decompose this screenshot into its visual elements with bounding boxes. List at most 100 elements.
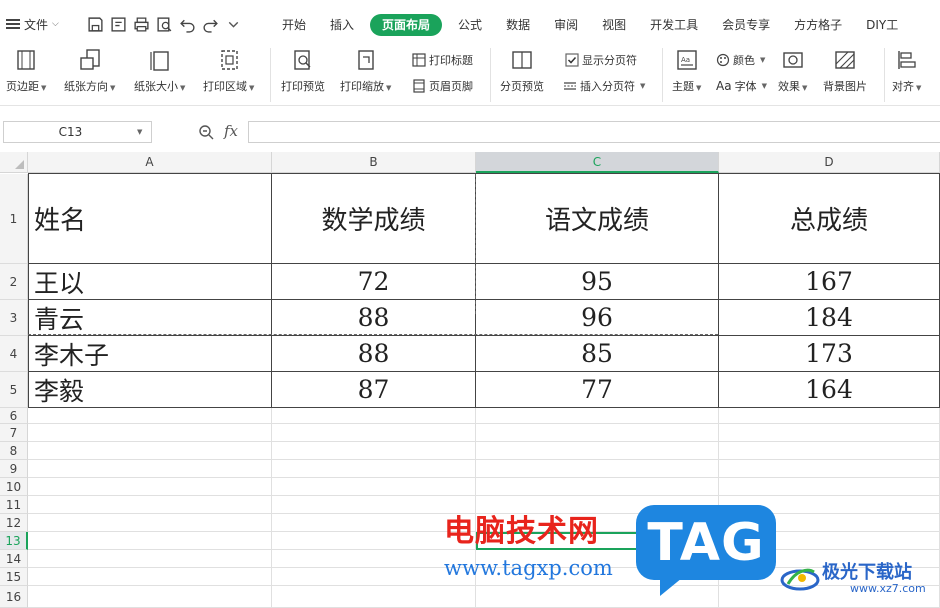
align-button[interactable]: 对齐 ▼	[892, 46, 921, 94]
formula-input[interactable]	[248, 121, 940, 143]
print-preview-icon[interactable]	[155, 15, 174, 34]
cell-d8[interactable]	[719, 442, 940, 460]
cell-c4[interactable]: 85	[476, 336, 719, 372]
colors-button[interactable]: 颜色 ▼	[716, 52, 765, 68]
row-header-3[interactable]: 3	[0, 300, 28, 336]
cell-d7[interactable]	[719, 424, 940, 442]
cell-d3[interactable]: 184	[719, 300, 940, 336]
cell-c10[interactable]	[476, 478, 719, 496]
cell-a1[interactable]: 姓名	[28, 174, 272, 264]
cell-b3[interactable]: 88	[272, 300, 476, 336]
cell-d6[interactable]	[719, 408, 940, 424]
cell-d4[interactable]: 173	[719, 336, 940, 372]
customize-toolbar-icon[interactable]	[224, 15, 243, 34]
tab-page-layout[interactable]: 页面布局	[370, 14, 443, 36]
tab-developer[interactable]: 开发工具	[638, 14, 710, 36]
cell-c8[interactable]	[476, 442, 719, 460]
row-header-2[interactable]: 2	[0, 264, 28, 300]
column-header-c[interactable]: C	[476, 152, 719, 173]
row-header-14[interactable]: 14	[0, 550, 28, 568]
fx-icon[interactable]: fx	[224, 122, 238, 140]
effects-button[interactable]: 效果 ▼	[778, 46, 807, 94]
cell-a3[interactable]: 青云	[28, 300, 272, 336]
row-header-16[interactable]: 16	[0, 586, 28, 608]
cell-a9[interactable]	[28, 460, 272, 478]
print-scale-button[interactable]: 打印缩放 ▼	[340, 46, 391, 94]
cell-d10[interactable]	[719, 478, 940, 496]
theme-button[interactable]: Aa 主题 ▼	[672, 46, 701, 94]
margins-button[interactable]: 页边距 ▼	[6, 46, 46, 94]
paper-size-button[interactable]: 纸张大小 ▼	[134, 46, 185, 94]
tab-view[interactable]: 视图	[590, 14, 638, 36]
select-all-corner[interactable]	[0, 152, 28, 173]
cell-d5[interactable]: 164	[719, 372, 940, 408]
cell-b10[interactable]	[272, 478, 476, 496]
row-header-9[interactable]: 9	[0, 460, 28, 478]
column-header-a[interactable]: A	[28, 152, 272, 173]
page-break-preview-button[interactable]: 分页预览	[500, 46, 544, 94]
row-header-7[interactable]: 7	[0, 424, 28, 442]
cell-b9[interactable]	[272, 460, 476, 478]
cell-c16[interactable]	[476, 586, 719, 608]
cell-b4[interactable]: 88	[272, 336, 476, 372]
cell-a8[interactable]	[28, 442, 272, 460]
cell-c2[interactable]: 95	[476, 264, 719, 300]
save-icon[interactable]	[86, 15, 105, 34]
cell-b5[interactable]: 87	[272, 372, 476, 408]
fonts-button[interactable]: Aa 字体 ▼	[716, 78, 767, 94]
cell-a14[interactable]	[28, 550, 272, 568]
tab-data[interactable]: 数据	[494, 14, 542, 36]
print-icon[interactable]	[132, 15, 151, 34]
row-header-1[interactable]: 1	[0, 174, 28, 264]
cell-c9[interactable]	[476, 460, 719, 478]
cell-a6[interactable]	[28, 408, 272, 424]
undo-icon[interactable]	[178, 15, 197, 34]
background-image-button[interactable]: 背景图片	[823, 46, 867, 94]
file-menu-button[interactable]: 文件 ⌵	[6, 12, 59, 36]
cell-a15[interactable]	[28, 568, 272, 586]
cell-c1[interactable]: 语文成绩	[476, 174, 719, 264]
cell-c3[interactable]: 96	[476, 300, 719, 336]
column-header-b[interactable]: B	[272, 152, 476, 173]
cell-b2[interactable]: 72	[272, 264, 476, 300]
row-header-15[interactable]: 15	[0, 568, 28, 586]
tab-insert[interactable]: 插入	[318, 14, 366, 36]
cell-c7[interactable]	[476, 424, 719, 442]
print-titles-button[interactable]: 打印标题	[412, 52, 473, 68]
cell-c5[interactable]: 77	[476, 372, 719, 408]
cell-d9[interactable]	[719, 460, 940, 478]
name-box[interactable]: C13 ▼	[3, 121, 152, 143]
row-header-12[interactable]: 12	[0, 514, 28, 532]
cell-d2[interactable]: 167	[719, 264, 940, 300]
cell-a7[interactable]	[28, 424, 272, 442]
tab-member[interactable]: 会员专享	[710, 14, 782, 36]
cell-a10[interactable]	[28, 478, 272, 496]
cell-b6[interactable]	[272, 408, 476, 424]
cell-a13[interactable]	[28, 532, 272, 550]
row-header-5[interactable]: 5	[0, 372, 28, 408]
print-area-button[interactable]: 打印区域 ▼	[203, 46, 254, 94]
tab-review[interactable]: 审阅	[542, 14, 590, 36]
tab-diy[interactable]: DIY工	[854, 14, 910, 36]
cell-a12[interactable]	[28, 514, 272, 532]
tab-formulas[interactable]: 公式	[446, 14, 494, 36]
show-page-breaks-checkbox[interactable]: 显示分页符	[565, 52, 637, 68]
cell-b7[interactable]	[272, 424, 476, 442]
header-footer-button[interactable]: 页眉页脚	[412, 78, 473, 94]
row-header-11[interactable]: 11	[0, 496, 28, 514]
tab-home[interactable]: 开始	[270, 14, 318, 36]
cell-a11[interactable]	[28, 496, 272, 514]
export-pdf-icon[interactable]	[109, 15, 128, 34]
row-header-6[interactable]: 6	[0, 408, 28, 424]
cell-a5[interactable]: 李毅	[28, 372, 272, 408]
cell-a4[interactable]: 李木子	[28, 336, 272, 372]
tab-ffcell[interactable]: 方方格子	[782, 14, 854, 36]
redo-icon[interactable]	[201, 15, 220, 34]
cell-b8[interactable]	[272, 442, 476, 460]
cell-b16[interactable]	[272, 586, 476, 608]
zoom-icon[interactable]	[198, 124, 214, 140]
cell-a2[interactable]: 王以	[28, 264, 272, 300]
insert-page-break-button[interactable]: 插入分页符 ▼	[563, 78, 645, 94]
cell-c6[interactable]	[476, 408, 719, 424]
row-header-8[interactable]: 8	[0, 442, 28, 460]
